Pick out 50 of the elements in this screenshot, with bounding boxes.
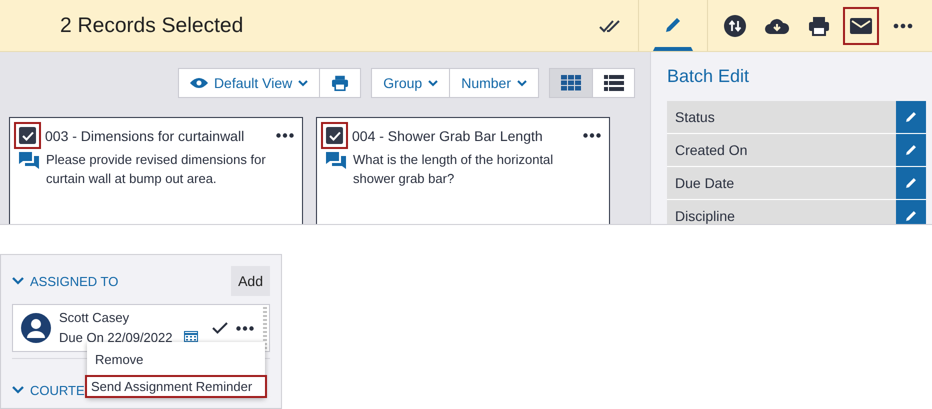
more-icon[interactable] [583,133,601,138]
avatar-icon [21,313,51,343]
due-date: Due On 22/09/2022 [59,329,172,347]
menu-item[interactable]: Send Assignment Reminder [85,375,267,398]
print-icon [331,75,350,91]
caret-icon [298,80,308,86]
add-button[interactable]: Add [231,266,270,296]
more-icon[interactable] [236,326,254,330]
pencil-icon [904,143,918,157]
field-label: Created On [674,142,748,158]
checkbox[interactable] [14,122,41,149]
pencil-icon [904,176,918,190]
selection-title: 2 Records Selected [60,14,244,38]
pencil-icon [904,209,918,223]
edit-button[interactable] [896,200,926,224]
field-label: Status [674,109,716,125]
caret-icon [517,80,527,86]
record-card[interactable]: 003 - Dimensions for curtainwall Please provide revised dimensions for curtain wall at bump out area. [9,117,303,224]
field-label: Discipline [674,208,736,224]
calendar-icon[interactable] [184,330,198,342]
check-icon [22,130,34,140]
checkbox[interactable] [321,122,348,149]
more-icon[interactable] [276,133,294,138]
pencil-icon [904,110,918,124]
section-title: COURTE [30,382,85,398]
caret-icon [428,80,438,86]
list-icon [604,75,624,91]
grid-view-button[interactable] [550,69,592,97]
envelope-icon[interactable] [843,6,879,44]
card-title: 004 - Shower Grab Bar Length [352,128,544,144]
card-title: 003 - Dimensions for curtainwall [45,128,246,144]
menu-item[interactable]: Remove [87,344,265,375]
check-icon[interactable] [212,322,228,334]
chat-icon [19,152,39,170]
edit-button[interactable] [896,167,926,199]
card-description: What is the length of the horizontal shower grab bar? [353,151,554,188]
chat-icon [326,152,346,170]
assignee-name: Scott Casey [59,309,130,327]
eye-icon [190,77,208,89]
card-description: Please provide revised dimensions for curtain wall at bump out area. [46,151,267,188]
panel-title: Batch Edit [667,66,750,87]
record-card[interactable]: 004 - Shower Grab Bar Length What is the length of the horizontal shower grab bar? [316,117,610,224]
check-icon [328,130,340,140]
chevron-icon[interactable] [12,386,24,394]
edit-button[interactable] [896,101,926,133]
field-label: Due Date [674,175,736,191]
grid-icon [561,75,581,91]
chevron-icon[interactable] [12,277,24,285]
section-title: ASSIGNED TO [30,274,118,288]
edit-button[interactable] [896,134,926,166]
